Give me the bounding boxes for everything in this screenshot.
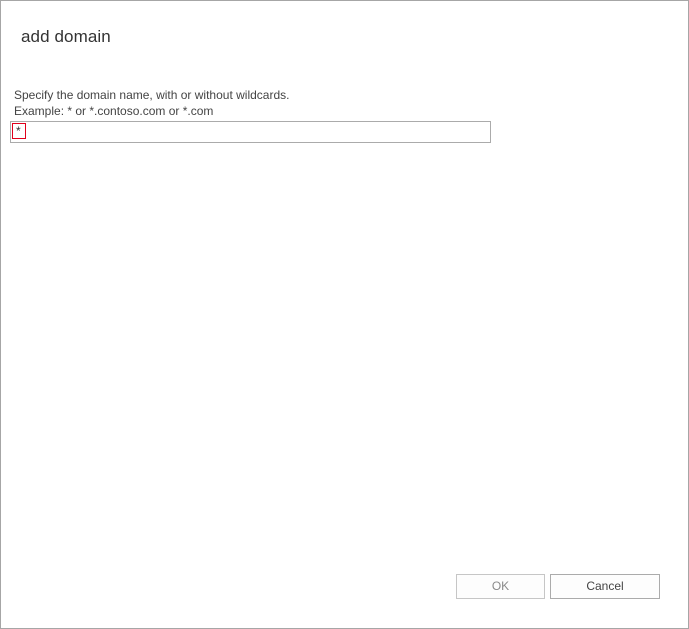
dialog-title: add domain	[21, 27, 111, 46]
add-domain-dialog: add domain Specify the domain name, with…	[0, 0, 689, 629]
instruction-text: Specify the domain name, with or without…	[14, 88, 290, 102]
domain-name-input[interactable]	[13, 124, 486, 138]
cancel-button[interactable]: Cancel	[550, 574, 660, 599]
ok-button[interactable]: OK	[456, 574, 545, 599]
domain-input-box[interactable]	[10, 121, 491, 143]
instructions: Specify the domain name, with or without…	[14, 87, 289, 119]
example-text: Example: * or *.contoso.com or *.com	[14, 104, 214, 118]
